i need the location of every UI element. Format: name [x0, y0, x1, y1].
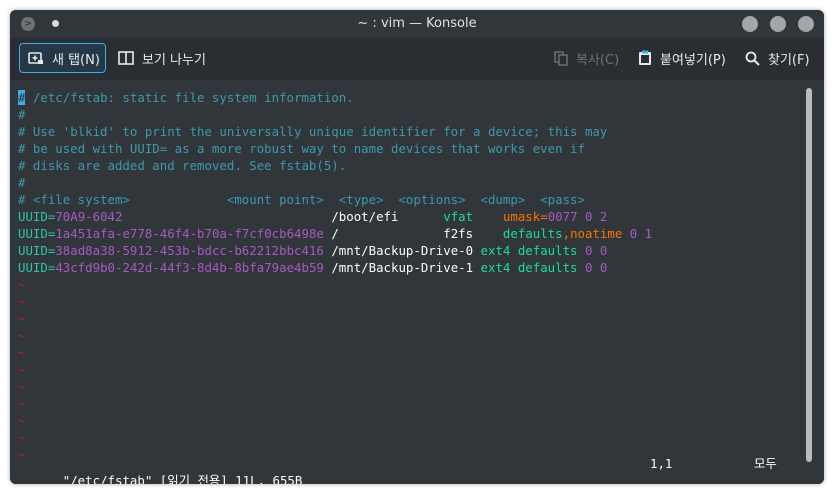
new-tab-button[interactable]: 새 탭(N)	[19, 43, 106, 73]
find-button[interactable]: 찾기(F)	[737, 43, 818, 73]
editor-line: ~	[18, 412, 25, 429]
line-segment: /mnt/Backup-Drive-1	[323, 260, 481, 275]
editor-line: ~	[18, 429, 25, 446]
cursor-position: 1,1	[650, 456, 673, 471]
close-button[interactable]	[798, 16, 814, 32]
line-segment: /etc/fstab: static file system informati…	[25, 90, 354, 105]
new-tab-icon	[28, 51, 44, 65]
line-segment: /mnt/Backup-Drive-0	[323, 243, 481, 258]
editor-line: #	[18, 106, 25, 123]
line-segment: ~	[18, 345, 26, 360]
new-tab-label: 새 탭(N)	[52, 52, 100, 68]
line-segment: 1a451afa-e778-46f4-b70a-f7cf0cb6498e	[55, 226, 324, 241]
split-view-icon	[118, 51, 134, 65]
line-segment: #	[18, 175, 26, 190]
line-segment: ~	[18, 328, 26, 343]
editor-line: UUID=70A9-6042 /boot/efi vfat umask=0077…	[18, 208, 607, 225]
editor-line: ~	[18, 276, 25, 293]
editor-line: ~	[18, 310, 25, 327]
search-icon	[745, 51, 760, 66]
line-segment: UUID=	[18, 243, 56, 258]
line-segment: #	[18, 107, 26, 122]
minimize-button[interactable]	[742, 16, 758, 32]
line-segment: 0077 0 2	[547, 209, 608, 224]
editor-line: UUID=1a451afa-e778-46f4-b70a-f7cf0cb6498…	[18, 225, 652, 242]
line-segment: UUID=	[18, 209, 56, 224]
status-file-info: "/etc/fstab" [읽기 전용] 11L, 655B	[62, 473, 303, 484]
line-segment: UUID=	[18, 226, 56, 241]
line-segment: /boot/efi	[122, 209, 444, 224]
line-segment: defaults	[502, 226, 563, 241]
konsole-window: > ~ : vim — Konsole 새 탭(N) 보기 나누기 복사(C)	[10, 10, 824, 484]
line-segment: # Use 'blkid' to print the universally u…	[18, 124, 608, 139]
editor-line: ~	[18, 395, 25, 412]
find-label: 찾기(F)	[768, 52, 810, 68]
copy-button[interactable]: 복사(C)	[546, 43, 627, 73]
line-segment: 0 1	[622, 226, 653, 241]
line-segment: / f2fs	[323, 226, 503, 241]
editor-line: ~	[18, 361, 25, 378]
title-bar[interactable]: > ~ : vim — Konsole	[10, 10, 824, 38]
line-segment: vfat	[443, 209, 474, 224]
editor-line: # be used with UUID= as a more robust wa…	[18, 140, 585, 157]
split-view-label: 보기 나누기	[142, 52, 206, 68]
line-segment: ext4 defaults	[480, 243, 578, 258]
toolbar: 새 탭(N) 보기 나누기 복사(C) 붙여넣기(P) 찾기(F)	[10, 38, 824, 80]
line-segment: 38ad8a38-5912-453b-bdcc-b62212bbc416	[55, 243, 324, 258]
line-segment: # be used with UUID= as a more robust wa…	[18, 141, 585, 156]
line-segment: ,noatime	[562, 226, 623, 241]
line-segment: # disks are added and removed. See fstab…	[18, 158, 347, 173]
editor-line: ~	[18, 293, 25, 310]
editor-line: # /etc/fstab: static file system informa…	[18, 89, 354, 106]
editor-line: UUID=43cfd9b0-242d-44f3-8d4b-8bfa79ae4b5…	[18, 259, 607, 276]
editor-line: # disks are added and removed. See fstab…	[18, 157, 346, 174]
paste-icon	[638, 50, 652, 66]
window-title: ~ : vim — Konsole	[357, 16, 477, 31]
line-segment: 0 0	[577, 260, 608, 275]
maximize-button[interactable]	[770, 16, 786, 32]
line-segment	[473, 209, 503, 224]
line-segment: ext4 defaults	[480, 260, 578, 275]
line-segment: # <file system> <mount point> <type> <op…	[18, 192, 585, 207]
line-segment: ~	[18, 311, 26, 326]
editor-line: ~	[18, 327, 25, 344]
paste-label: 붙여넣기(P)	[660, 52, 726, 68]
line-segment: ~	[18, 430, 26, 445]
scrollbar[interactable]	[806, 88, 812, 462]
status-line: "/etc/fstab" [읽기 전용] 11L, 655B	[18, 455, 303, 484]
line-segment: ~	[18, 396, 26, 411]
line-segment: 70A9-6042	[55, 209, 123, 224]
editor-line: # <file system> <mount point> <type> <op…	[18, 191, 585, 208]
copy-label: 복사(C)	[576, 52, 620, 68]
line-segment: 43cfd9b0-242d-44f3-8d4b-8bfa79ae4b59	[55, 260, 324, 275]
editor-line: UUID=38ad8a38-5912-453b-bdcc-b62212bbc41…	[18, 242, 607, 259]
line-segment: ~	[18, 294, 26, 309]
copy-icon	[554, 50, 568, 66]
editor-line: ~	[18, 378, 25, 395]
editor-line: #	[18, 174, 25, 191]
line-segment: 0 0	[577, 243, 608, 258]
line-segment: UUID=	[18, 260, 56, 275]
line-segment: umask=	[502, 209, 548, 224]
editor-line: ~	[18, 344, 25, 361]
split-view-button[interactable]: 보기 나누기	[110, 43, 214, 73]
scroll-position: 모두	[754, 456, 777, 471]
terminal-view[interactable]: # /etc/fstab: static file system informa…	[10, 80, 824, 484]
line-segment: ~	[18, 379, 26, 394]
line-segment: ~	[18, 277, 26, 292]
editor-line: # Use 'blkid' to print the universally u…	[18, 123, 607, 140]
paste-button[interactable]: 붙여넣기(P)	[630, 43, 734, 73]
line-segment: ~	[18, 362, 26, 377]
line-segment: ~	[18, 413, 26, 428]
